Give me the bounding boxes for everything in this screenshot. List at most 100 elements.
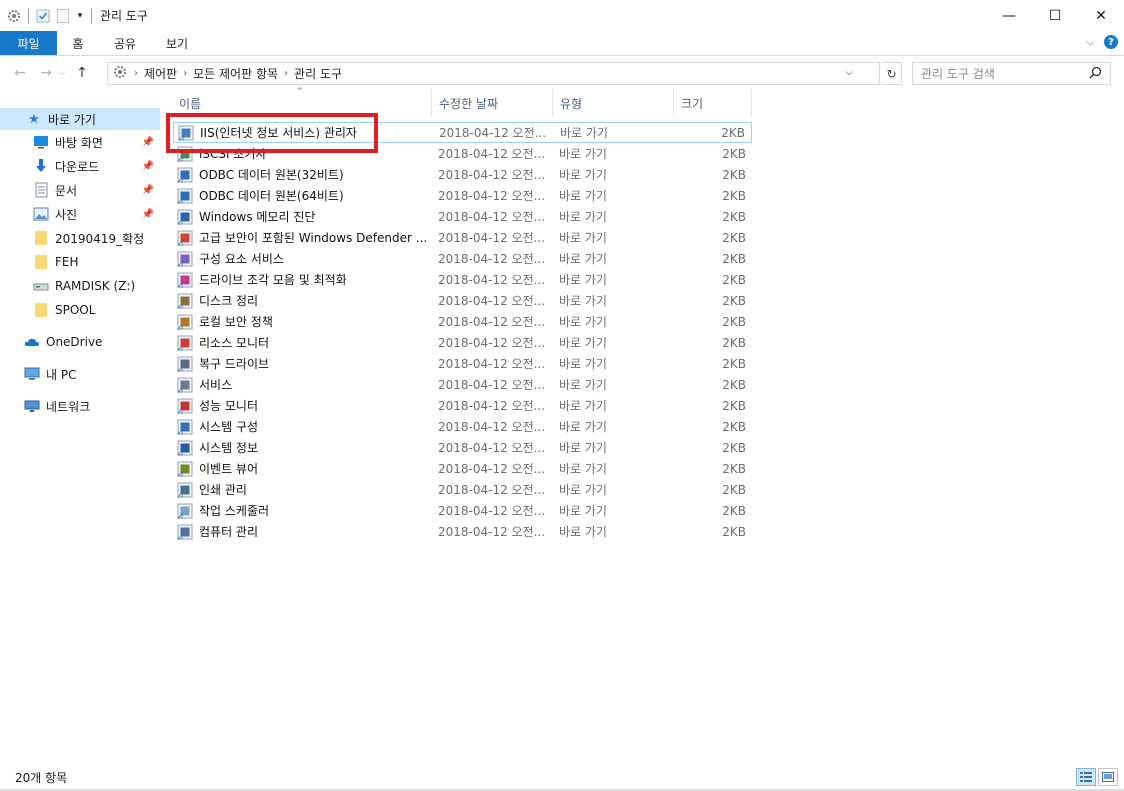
- tab-home[interactable]: 홈: [57, 31, 99, 55]
- network-icon: [24, 398, 40, 414]
- tab-view[interactable]: 보기: [151, 31, 203, 55]
- maximize-button[interactable]: ☐: [1032, 0, 1078, 31]
- nav-folder-20190419[interactable]: 20190419_확정: [0, 227, 160, 249]
- folder-icon: [33, 254, 49, 270]
- details-view-button[interactable]: [1076, 768, 1096, 786]
- column-header-type[interactable]: 유형: [553, 89, 674, 117]
- file-row[interactable]: 시스템 구성 2018-04-12 오전... 바로 가기 2KB: [173, 416, 752, 437]
- file-date: 2018-04-12 오전...: [438, 231, 546, 245]
- file-name: 로컬 보안 정책: [199, 315, 273, 329]
- file-size: 2KB: [722, 293, 746, 308]
- file-row[interactable]: IIS(인터넷 정보 서비스) 관리자 2018-04-12 오전... 바로 가기…: [173, 122, 752, 143]
- iscsi-icon: [177, 146, 193, 162]
- resource-monitor-icon: [177, 335, 193, 351]
- file-row[interactable]: 컴퓨터 관리 2018-04-12 오전... 바로 가기 2KB: [173, 521, 752, 542]
- nav-this-pc[interactable]: 내 PC: [0, 363, 160, 385]
- system-config-icon: [177, 419, 193, 435]
- nav-quick-access[interactable]: ★ 바로 가기: [0, 108, 160, 130]
- search-input[interactable]: 관리 도구 검색: [912, 62, 1111, 85]
- file-type: 바로 가기: [559, 294, 607, 308]
- file-name: iSCSI 초기자: [199, 147, 267, 161]
- up-button[interactable]: ↑: [72, 62, 92, 84]
- system-info-icon: [177, 440, 193, 456]
- forward-button[interactable]: →: [36, 62, 56, 84]
- minimize-button[interactable]: —: [986, 0, 1032, 31]
- file-date: 2018-04-12 오전...: [438, 441, 546, 455]
- file-row[interactable]: 작업 스케줄러 2018-04-12 오전... 바로 가기 2KB: [173, 500, 752, 521]
- file-date: 2018-04-12 오전...: [438, 462, 546, 476]
- breadcrumb-chevron-icon[interactable]: ›: [183, 68, 187, 79]
- address-bar[interactable]: › 제어판 › 모든 제어판 항목 › 관리 도구 ⌵: [107, 62, 880, 85]
- star-icon: ★: [28, 111, 40, 127]
- file-type: 바로 가기: [559, 399, 607, 413]
- file-row[interactable]: 성능 모니터 2018-04-12 오전... 바로 가기 2KB: [173, 395, 752, 416]
- back-button[interactable]: ←: [10, 62, 30, 84]
- breadcrumb-chevron-icon[interactable]: ›: [134, 68, 138, 79]
- file-date: 2018-04-12 오전...: [438, 504, 546, 518]
- file-row[interactable]: 디스크 정리 2018-04-12 오전... 바로 가기 2KB: [173, 290, 752, 311]
- file-type: 바로 가기: [559, 336, 607, 350]
- file-row[interactable]: ODBC 데이터 원본(64비트) 2018-04-12 오전... 바로 가기 2K…: [173, 185, 752, 206]
- nav-desktop[interactable]: 바탕 화면 📌: [0, 131, 160, 153]
- tab-share[interactable]: 공유: [99, 31, 151, 55]
- folder-icon: [33, 302, 49, 318]
- computer-management-icon: [177, 524, 193, 540]
- search-icon[interactable]: [1089, 66, 1102, 82]
- file-size: 2KB: [722, 188, 746, 203]
- pin-icon: 📌: [141, 184, 154, 196]
- breadcrumb-all-items[interactable]: 모든 제어판 항목: [193, 65, 278, 82]
- customize-toolbar-icon[interactable]: ▾: [75, 8, 85, 24]
- file-type: 바로 가기: [559, 462, 607, 476]
- file-row[interactable]: 인쇄 관리 2018-04-12 오전... 바로 가기 2KB: [173, 479, 752, 500]
- file-row[interactable]: 구성 요소 서비스 2018-04-12 오전... 바로 가기 2KB: [173, 248, 752, 269]
- file-row[interactable]: 로컬 보안 정책 2018-04-12 오전... 바로 가기 2KB: [173, 311, 752, 332]
- file-name: 고급 보안이 포함된 Windows Defender ...: [199, 231, 428, 245]
- file-row[interactable]: Windows 메모리 진단 2018-04-12 오전... 바로 가기 2KB: [173, 206, 752, 227]
- large-icons-view-button[interactable]: [1098, 768, 1118, 786]
- breadcrumb-admin-tools[interactable]: 관리 도구: [294, 65, 342, 82]
- file-date: 2018-04-12 오전...: [439, 126, 547, 140]
- file-row[interactable]: 리소스 모니터 2018-04-12 오전... 바로 가기 2KB: [173, 332, 752, 353]
- file-date: 2018-04-12 오전...: [438, 252, 546, 266]
- address-dropdown-icon[interactable]: ⌵: [845, 67, 853, 78]
- file-type: 바로 가기: [559, 147, 607, 161]
- file-row[interactable]: iSCSI 초기자 2018-04-12 오전... 바로 가기 2KB: [173, 143, 752, 164]
- file-type: 바로 가기: [560, 126, 608, 140]
- file-date: 2018-04-12 오전...: [438, 378, 546, 392]
- file-row[interactable]: 드라이브 조각 모음 및 최적화 2018-04-12 오전... 바로 가기 2KB: [173, 269, 752, 290]
- nav-ramdisk[interactable]: RAMDISK (Z:): [0, 275, 160, 297]
- column-header-date[interactable]: 수정한 날짜: [432, 89, 553, 117]
- file-row[interactable]: 이벤트 뷰어 2018-04-12 오전... 바로 가기 2KB: [173, 458, 752, 479]
- file-size: 2KB: [722, 398, 746, 413]
- refresh-button[interactable]: ↻: [882, 62, 902, 85]
- nav-network[interactable]: 네트워크: [0, 395, 160, 417]
- recent-locations-button[interactable]: ⌵: [56, 62, 68, 84]
- nav-onedrive[interactable]: OneDrive: [0, 331, 160, 353]
- tab-file[interactable]: 파일: [0, 31, 57, 55]
- new-folder-icon[interactable]: [55, 8, 71, 24]
- file-row[interactable]: ODBC 데이터 원본(32비트) 2018-04-12 오전... 바로 가기 2K…: [173, 164, 752, 185]
- expand-ribbon-icon[interactable]: ⌵: [1086, 37, 1094, 48]
- breadcrumb-chevron-icon[interactable]: ›: [284, 68, 288, 79]
- firewall-icon: [177, 230, 193, 246]
- nav-folder-spool[interactable]: SPOOL: [0, 299, 160, 321]
- file-row[interactable]: 시스템 정보 2018-04-12 오전... 바로 가기 2KB: [173, 437, 752, 458]
- file-size: 2KB: [721, 125, 745, 140]
- help-icon[interactable]: ?: [1104, 35, 1118, 49]
- download-icon: [33, 158, 49, 174]
- close-button[interactable]: ✕: [1078, 0, 1124, 31]
- breadcrumb-control-panel[interactable]: 제어판: [144, 65, 177, 82]
- column-header-size[interactable]: 크기: [674, 89, 752, 117]
- file-row[interactable]: 서비스 2018-04-12 오전... 바로 가기 2KB: [173, 374, 752, 395]
- file-row[interactable]: 복구 드라이브 2018-04-12 오전... 바로 가기 2KB: [173, 353, 752, 374]
- nav-documents[interactable]: 문서 📌: [0, 179, 160, 201]
- file-size: 2KB: [722, 335, 746, 350]
- nav-pictures[interactable]: 사진 📌: [0, 203, 160, 225]
- properties-icon[interactable]: [35, 8, 51, 24]
- nav-folder-feh[interactable]: FEH: [0, 251, 160, 273]
- file-size: 2KB: [722, 314, 746, 329]
- file-row[interactable]: 고급 보안이 포함된 Windows Defender ... 2018-04-1…: [173, 227, 752, 248]
- item-count: 20개 항목: [15, 771, 68, 785]
- pin-icon: 📌: [141, 160, 154, 172]
- nav-downloads[interactable]: 다운로드 📌: [0, 155, 160, 177]
